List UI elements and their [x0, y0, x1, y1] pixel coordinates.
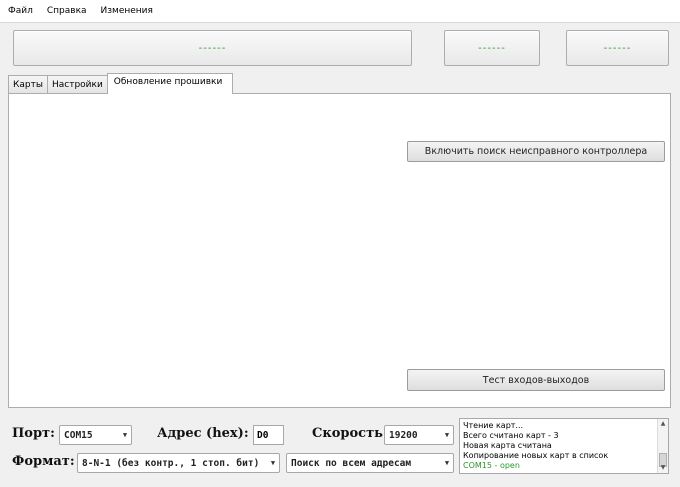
status-main: ------	[13, 30, 412, 66]
menu-bar: Файл Справка Изменения	[0, 0, 680, 23]
port-label: Порт:	[12, 426, 55, 441]
format-label: Формат:	[12, 454, 75, 469]
log-scrollbar[interactable]: ▲ ▼	[657, 419, 668, 473]
scroll-up-icon[interactable]: ▲	[658, 419, 668, 429]
log-line: Всего считано карт - 3	[463, 431, 559, 440]
status-tertiary: ------	[566, 30, 669, 66]
menu-changes[interactable]: Изменения	[93, 6, 159, 16]
port-select[interactable]: COM15 ▼	[59, 425, 132, 445]
address-label: Адрес (hex):	[157, 426, 249, 441]
log-line: Чтение карт...	[463, 421, 524, 430]
chevron-down-icon: ▼	[270, 459, 276, 467]
tab-settings[interactable]: Настройки	[46, 75, 108, 94]
status-secondary: ------	[444, 30, 540, 66]
speed-select[interactable]: 19200 ▼	[384, 425, 454, 445]
menu-help[interactable]: Справка	[39, 6, 93, 16]
format-value: 8-N-1 (без контр., 1 стоп. бит)	[82, 457, 260, 469]
address-input[interactable]: D0	[253, 425, 284, 445]
speed-value: 19200	[389, 429, 418, 441]
log-textarea[interactable]: Чтение карт... Всего считано карт - 3 Но…	[459, 418, 669, 474]
chevron-down-icon: ▼	[444, 459, 450, 467]
tab-cards[interactable]: Карты	[8, 75, 48, 94]
log-line: Новая карта считана	[463, 441, 552, 450]
io-test-button[interactable]: Тест входов-выходов	[407, 369, 665, 391]
menu-file[interactable]: Файл	[0, 6, 39, 16]
search-mode-value: Поиск по всем адресам	[291, 457, 412, 469]
log-line: Копирование новых карт в список	[463, 451, 609, 460]
search-mode-select[interactable]: Поиск по всем адресам ▼	[286, 453, 454, 473]
log-line: COM15 - open	[463, 461, 520, 470]
port-value: COM15	[64, 429, 93, 441]
chevron-down-icon: ▼	[444, 431, 450, 439]
speed-label: Скорость:	[312, 426, 388, 441]
tab-firmware-update[interactable]: Обновление прошивки	[106, 73, 234, 94]
scroll-down-icon[interactable]: ▼	[658, 463, 668, 473]
chevron-down-icon: ▼	[122, 431, 128, 439]
format-select[interactable]: 8-N-1 (без контр., 1 стоп. бит) ▼	[77, 453, 280, 473]
search-faulty-controller-button[interactable]: Включить поиск неисправного контроллера	[407, 141, 665, 162]
tab-bar: Карты Настройки Обновление прошивки	[8, 72, 234, 94]
